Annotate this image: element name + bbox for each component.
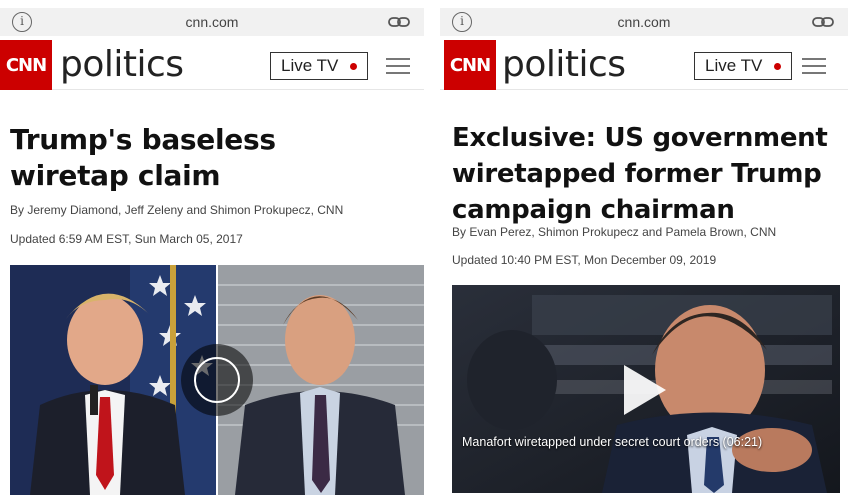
hamburger-menu-icon[interactable] [802, 58, 826, 74]
live-dot-icon [774, 62, 782, 70]
section-title[interactable]: politics [502, 44, 626, 85]
url-text: cnn.com [617, 14, 671, 30]
cnn-logo[interactable]: CNN [0, 40, 52, 90]
article-headline: Trump's baseless wiretap claim [10, 123, 276, 192]
live-tv-button[interactable]: Live TV [270, 52, 369, 80]
composite-photo [10, 265, 424, 495]
article-image[interactable] [10, 265, 424, 495]
article-headline: Exclusive: US government wiretapped form… [452, 123, 828, 225]
live-tv-label: Live TV [281, 56, 339, 75]
info-icon[interactable]: i [12, 12, 32, 32]
live-dot-icon [350, 62, 358, 70]
article-updated: Updated 6:59 AM EST, Sun March 05, 2017 [10, 232, 243, 246]
video-thumbnail [452, 285, 840, 493]
hamburger-menu-icon[interactable] [386, 58, 410, 74]
live-tv-button[interactable]: Live TV [694, 52, 793, 80]
right-article-screen: i cnn.com CNN politics Live TV Exclusive… [440, 0, 848, 500]
site-header: CNN politics Live TV [440, 38, 848, 90]
browser-url-bar[interactable]: i cnn.com [440, 8, 848, 36]
video-caption: Manafort wiretapped under secret court o… [462, 435, 763, 449]
cnn-logo[interactable]: CNN [444, 40, 496, 90]
side-by-side-screenshots: i cnn.com CNN politics Live TV Trump's b… [0, 0, 848, 500]
article-video[interactable]: Manafort wiretapped under secret court o… [452, 285, 840, 493]
live-tv-label: Live TV [705, 56, 763, 75]
site-header: CNN politics Live TV [0, 38, 424, 90]
left-article-screen: i cnn.com CNN politics Live TV Trump's b… [0, 0, 424, 500]
link-icon[interactable] [812, 14, 834, 30]
article-updated: Updated 10:40 PM EST, Mon December 09, 2… [452, 253, 717, 267]
info-icon[interactable]: i [452, 12, 472, 32]
section-title[interactable]: politics [60, 44, 184, 85]
link-icon[interactable] [388, 14, 410, 30]
article-byline: By Evan Perez, Shimon Prokupecz and Pame… [452, 225, 777, 239]
url-text: cnn.com [185, 14, 239, 30]
article-byline: By Jeremy Diamond, Jeff Zeleny and Shimo… [10, 203, 344, 217]
browser-url-bar[interactable]: i cnn.com [0, 8, 424, 36]
